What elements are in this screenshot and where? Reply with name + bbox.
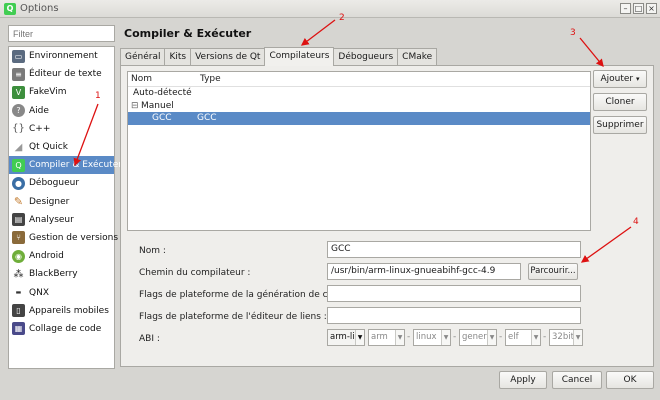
- tab-bar: Général Kits Versions de Qt Compilateurs…: [120, 47, 438, 66]
- abi-separator: -: [453, 332, 457, 342]
- sidebar-item-collage-code[interactable]: ▦ Collage de code: [9, 320, 114, 338]
- chevron-down-icon: ▼: [487, 330, 496, 345]
- compiler-tree[interactable]: Nom Type Auto-détecté ⊟ Manuel GCC GCC: [127, 71, 591, 231]
- designer-icon: ✎: [13, 195, 24, 209]
- tab-content-panel: Nom Type Auto-détecté ⊟ Manuel GCC GCC A…: [120, 65, 654, 367]
- tree-row-name: GCC: [152, 113, 172, 123]
- mobile-device-icon: ▯: [12, 304, 25, 318]
- build-run-icon: Q: [12, 158, 25, 172]
- compiler-details: Nom : GCC Chemin du compilateur : /usr/b…: [127, 234, 591, 361]
- annotation-2: 2: [339, 13, 345, 23]
- abi-separator: -: [499, 332, 503, 342]
- abi-os-select[interactable]: linux ▼: [413, 329, 451, 346]
- platform-linker-flags-field[interactable]: [327, 307, 581, 324]
- filter-input[interactable]: [8, 25, 115, 42]
- sidebar-item-blackberry[interactable]: ⁂ BlackBerry: [9, 265, 114, 283]
- blackberry-icon: ⁂: [13, 268, 24, 280]
- version-control-icon: ⑂: [12, 231, 25, 245]
- abi-architecture-select[interactable]: arm ▼: [368, 329, 405, 346]
- help-icon: ?: [12, 104, 25, 118]
- abi-select[interactable]: arm-li ▼: [327, 329, 365, 346]
- chevron-down-icon: ▼: [395, 330, 404, 345]
- ok-button[interactable]: OK: [606, 371, 654, 389]
- name-label: Nom :: [139, 246, 166, 256]
- compiler-path-field[interactable]: /usr/bin/arm-linux-gnueabihf-gcc-4.9: [327, 263, 521, 280]
- tree-header: Nom Type: [128, 72, 590, 87]
- qnx-icon: ▬: [15, 289, 22, 297]
- sidebar-item-analyseur[interactable]: ▤ Analyseur: [9, 211, 114, 229]
- chevron-down-icon: ▼: [355, 330, 364, 345]
- annotation-arrow-2: [300, 19, 336, 46]
- abi-wordwidth-select[interactable]: 32bit ▼: [549, 329, 583, 346]
- delete-button[interactable]: Supprimer: [593, 116, 647, 134]
- close-button[interactable]: ×: [646, 3, 657, 14]
- name-field[interactable]: GCC: [327, 241, 581, 258]
- cancel-button[interactable]: Cancel: [552, 371, 602, 389]
- sidebar-item-gestion-versions[interactable]: ⑂ Gestion de versions: [9, 229, 118, 247]
- sidebar-item-qt-quick[interactable]: ◢ Qt Quick: [9, 138, 114, 156]
- tree-row-label: Auto-détecté: [133, 88, 192, 98]
- vim-icon: V: [12, 85, 25, 99]
- sidebar-item-qnx[interactable]: ▬ QNX: [9, 283, 114, 301]
- tab-cmake[interactable]: CMake: [397, 48, 438, 66]
- page-title: Compiler & Exécuter: [124, 27, 252, 40]
- browse-button[interactable]: Parcourir...: [528, 263, 578, 280]
- sidebar-item-debogueur[interactable]: ● Débogueur: [9, 174, 114, 192]
- annotation-4: 4: [633, 217, 639, 227]
- sidebar-item-designer[interactable]: ✎ Designer: [9, 193, 114, 211]
- annotation-3: 3: [570, 28, 576, 38]
- platform-codegen-flags-field[interactable]: [327, 285, 581, 302]
- chevron-down-icon: ▼: [573, 330, 582, 345]
- annotation-arrow-3: [579, 37, 604, 68]
- abi-separator: -: [543, 332, 547, 342]
- abi-label: ABI :: [139, 334, 160, 344]
- sidebar-item-editeur-texte[interactable]: ≡ Éditeur de texte: [9, 65, 114, 83]
- tree-row-type: GCC: [197, 113, 217, 123]
- sidebar-item-cpp[interactable]: {} C++: [9, 120, 114, 138]
- annotation-1: 1: [95, 91, 101, 101]
- add-button[interactable]: Ajouter ▾: [593, 70, 647, 88]
- platform-linker-label: Flags de plateforme de l'éditeur de lien…: [139, 312, 327, 322]
- column-header-nom[interactable]: Nom: [128, 72, 197, 86]
- apply-button[interactable]: Apply: [499, 371, 547, 389]
- collapse-icon[interactable]: ⊟: [131, 100, 139, 113]
- sidebar-item-aide[interactable]: ? Aide: [9, 102, 114, 120]
- title-bar: Q Options – □ ×: [0, 0, 660, 18]
- chevron-down-icon: ▼: [531, 330, 540, 345]
- sidebar-item-appareils-mobiles[interactable]: ▯ Appareils mobiles: [9, 302, 114, 320]
- clone-button[interactable]: Cloner: [593, 93, 647, 111]
- tree-row-gcc[interactable]: GCC GCC: [128, 112, 590, 125]
- tab-debogueurs[interactable]: Débogueurs: [333, 48, 399, 66]
- qtquick-icon: ◢: [14, 141, 23, 153]
- sidebar-item-compiler-executer[interactable]: Q Compiler & Exécuter: [9, 156, 122, 175]
- tree-row-auto-detected[interactable]: Auto-détecté: [128, 87, 590, 100]
- minimize-button[interactable]: –: [620, 3, 631, 14]
- code-paste-icon: ▦: [12, 322, 25, 336]
- chevron-down-icon: ▾: [636, 75, 640, 83]
- analyzer-icon: ▤: [12, 213, 25, 227]
- tab-versions-qt[interactable]: Versions de Qt: [190, 48, 266, 66]
- platform-codegen-label: Flags de plateforme de la génération de …: [139, 290, 351, 300]
- column-header-type[interactable]: Type: [197, 72, 221, 86]
- sidebar-item-android[interactable]: ◉ Android: [9, 247, 114, 265]
- abi-flavor-select[interactable]: generi ▼: [459, 329, 497, 346]
- chevron-down-icon: ▼: [441, 330, 450, 345]
- abi-separator: -: [407, 332, 411, 342]
- tree-row-label: Manuel: [141, 100, 174, 111]
- qt-logo-icon: Q: [4, 3, 16, 15]
- debugger-icon: ●: [12, 176, 25, 190]
- text-editor-icon: ≡: [12, 67, 25, 81]
- tab-general[interactable]: Général: [120, 48, 166, 66]
- window-title: Options: [20, 3, 59, 14]
- maximize-button[interactable]: □: [633, 3, 644, 14]
- abi-format-select[interactable]: elf ▼: [505, 329, 541, 346]
- tab-compilateurs[interactable]: Compilateurs: [264, 47, 335, 66]
- braces-icon: {}: [12, 123, 25, 135]
- android-icon: ◉: [12, 249, 25, 263]
- tree-row-manuel[interactable]: ⊟ Manuel: [128, 100, 590, 113]
- monitor-icon: ▭: [12, 49, 25, 63]
- sidebar-item-environnement[interactable]: ▭ Environnement: [9, 47, 114, 65]
- tab-kits[interactable]: Kits: [164, 48, 192, 66]
- compiler-path-label: Chemin du compilateur :: [139, 268, 251, 278]
